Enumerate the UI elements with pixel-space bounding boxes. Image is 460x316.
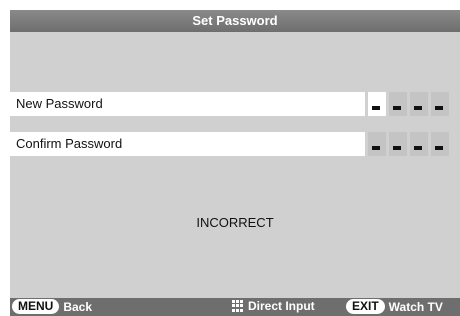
direct-input-hint: Direct Input (232, 299, 315, 313)
confirm-password-digit-4[interactable] (431, 132, 449, 156)
status-message: INCORRECT (196, 215, 274, 230)
menu-key-button[interactable]: MENU (12, 299, 60, 314)
confirm-password-digit-1[interactable] (368, 132, 386, 156)
direct-input-label: Direct Input (248, 299, 315, 313)
confirm-password-digits[interactable] (365, 132, 449, 156)
page-title: Set Password (10, 10, 460, 32)
new-password-row[interactable]: New Password (10, 92, 460, 116)
new-password-digit-1[interactable] (368, 92, 386, 116)
password-screen: Set Password New Password Confirm Passwo… (10, 10, 460, 316)
new-password-digit-3[interactable] (410, 92, 428, 116)
confirm-password-row[interactable]: Confirm Password (10, 132, 460, 156)
confirm-password-label: Confirm Password (10, 132, 365, 156)
confirm-password-digit-3[interactable] (410, 132, 428, 156)
confirm-password-digit-2[interactable] (389, 132, 407, 156)
new-password-digit-2[interactable] (389, 92, 407, 116)
menu-back-label: Back (63, 299, 93, 314)
number-grid-icon (232, 300, 244, 312)
menu-back-hint[interactable]: MENU Back (12, 299, 92, 314)
footer-bar: MENU Back Direct Input EXIT Watch TV (10, 298, 460, 316)
exit-watch-label: Watch TV (388, 299, 443, 314)
exit-hint[interactable]: EXIT Watch TV (346, 299, 443, 314)
new-password-digit-4[interactable] (431, 92, 449, 116)
new-password-digits[interactable] (365, 92, 449, 116)
exit-key-button[interactable]: EXIT (346, 299, 385, 314)
new-password-label: New Password (10, 92, 365, 116)
